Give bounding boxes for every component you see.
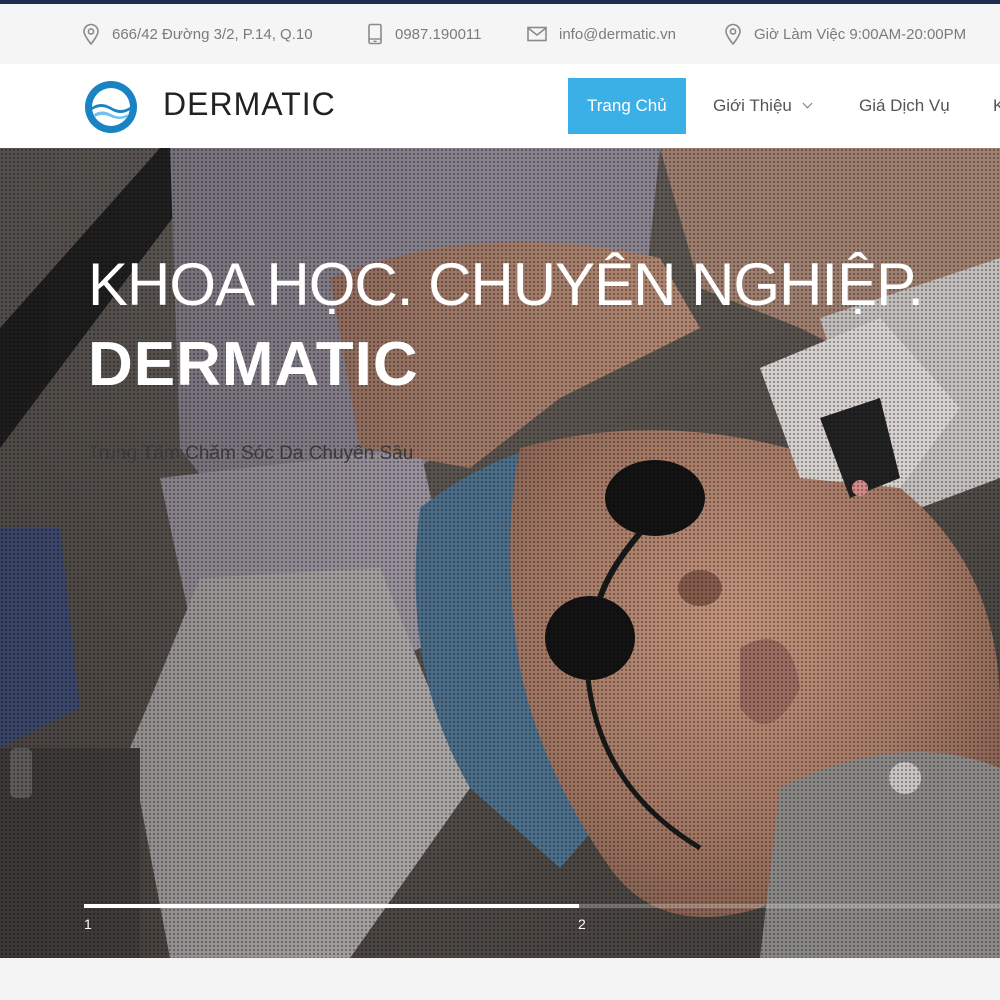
hero-subtitle: Trung Tâm Chăm Sóc Da Chuyên Sâu [88,443,414,464]
address-info: 666/42 Đường 3/2, P.14, Q.10 [82,4,313,64]
nav-home-label: Trang Chủ [587,96,667,115]
address-text: 666/42 Đường 3/2, P.14, Q.10 [112,25,313,43]
dermatic-logo[interactable] [84,80,138,134]
nav-about[interactable]: Giới Thiệu [713,78,813,134]
main-header: DERMATIC Trang Chủ Giới Thiệu Giá Dịch V… [0,64,1000,148]
slide-number-1[interactable]: 1 [84,916,92,932]
nav-pricing[interactable]: Giá Dịch Vụ [859,78,950,134]
nav-pricing-label: Giá Dịch Vụ [859,96,950,115]
hours-info: Giờ Làm Việc 9:00AM-20:00PM [724,4,966,64]
email-info[interactable]: info@dermatic.vn [527,4,676,64]
slide-number-2[interactable]: 2 [578,916,586,932]
slider-progress-track[interactable] [84,904,1000,908]
map-pin-icon [83,23,99,45]
phone-info[interactable]: 0987.190011 [367,4,481,64]
next-section-strip [0,958,1000,1000]
nav-more-label: K [993,96,1000,115]
nav-about-label: Giới Thiệu [713,96,792,115]
nav-home[interactable]: Trang Chủ [568,78,686,134]
brand-name[interactable]: DERMATIC [163,84,336,124]
slider-progress-bar [84,904,579,908]
mobile-phone-icon [368,23,382,45]
hero-title: KHOA HỌC. CHUYÊN NGHIỆP. [88,251,924,318]
contact-info-bar: 666/42 Đường 3/2, P.14, Q.10 0987.190011… [0,4,1000,64]
phone-text[interactable]: 0987.190011 [395,26,481,43]
email-text[interactable]: info@dermatic.vn [559,26,676,43]
nav-more[interactable]: K [993,78,1000,134]
hours-text: Giờ Làm Việc 9:00AM-20:00PM [754,25,967,43]
envelope-icon [527,26,547,42]
hero-brand: DERMATIC [88,330,419,399]
chevron-down-icon [802,98,813,109]
hero-slider: KHOA HỌC. CHUYÊN NGHIỆP. DERMATIC Trung … [0,148,1000,958]
map-pin-icon [725,23,741,45]
